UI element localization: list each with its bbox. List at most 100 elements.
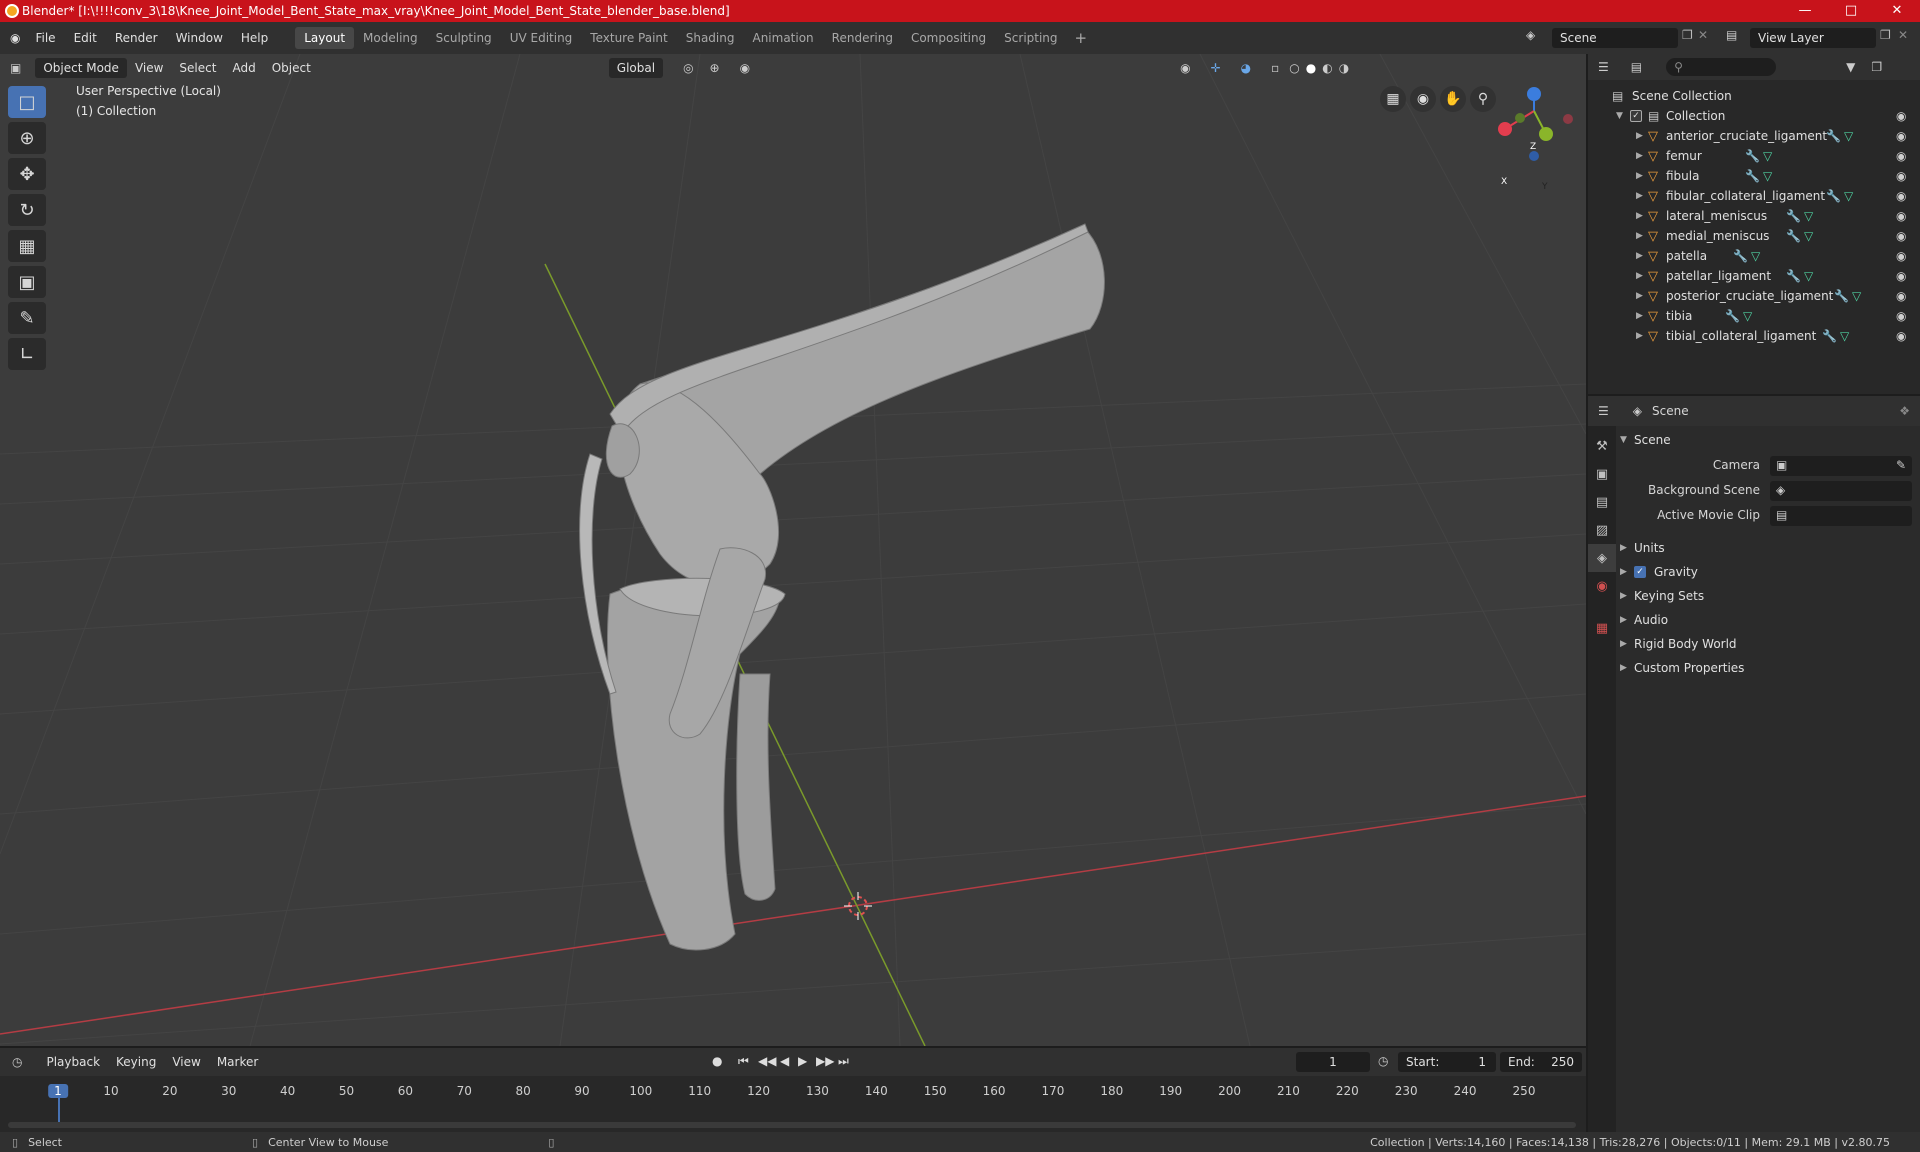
select-box-tool[interactable]: □ <box>8 86 46 118</box>
object-visibility-icon[interactable]: ◉ <box>1896 169 1906 183</box>
modifier-wrench-icon[interactable]: 🔧 <box>1834 289 1849 303</box>
texture-props-tab[interactable]: ▦ <box>1588 614 1616 642</box>
mesh-data-icon[interactable]: ▽ <box>1751 249 1760 263</box>
outliner-object-fibula[interactable]: ▶ ▽ fibula 🔧 ▽ ◉ <box>1588 166 1920 186</box>
active-movie-clip-field[interactable]: ▤ <box>1770 506 1912 526</box>
object-mode-dropdown[interactable]: Object Mode <box>35 58 127 78</box>
menu-help[interactable]: Help <box>232 31 277 45</box>
modifier-wrench-icon[interactable]: 🔧 <box>1786 229 1801 243</box>
shading-wireframe-icon[interactable]: ○ <box>1289 61 1299 75</box>
next-keyframe-icon[interactable]: ▶▶ <box>816 1054 834 1068</box>
pin-icon[interactable]: ❖ <box>1899 404 1910 418</box>
object-expand-icon[interactable]: ▶ <box>1636 331 1643 341</box>
modifier-wrench-icon[interactable]: 🔧 <box>1745 169 1760 183</box>
mesh-data-icon[interactable]: ▽ <box>1804 229 1813 243</box>
record-icon[interactable]: ● <box>712 1054 722 1068</box>
object-visibility-icon[interactable]: ◉ <box>1896 309 1906 323</box>
timeline-menu-marker[interactable]: Marker <box>209 1055 266 1069</box>
blender-menu-icon[interactable]: ◉ <box>10 31 20 45</box>
transform-orientation-dropdown[interactable]: Global <box>608 58 664 78</box>
mesh-data-icon[interactable]: ▽ <box>1844 189 1853 203</box>
object-visibility-icon[interactable]: ◉ <box>1896 229 1906 243</box>
panel-audio[interactable]: ▶ Audio <box>1620 608 1916 632</box>
tool-props-tab[interactable]: ⚒ <box>1588 432 1616 460</box>
scale-tool[interactable]: ▦ <box>8 230 46 262</box>
display-mode-icon[interactable]: ▤ <box>1631 60 1642 74</box>
outliner-collection[interactable]: ▼ ✓ ▤ Collection ◉ <box>1588 106 1920 126</box>
play-reverse-icon[interactable]: ◀ <box>780 1054 789 1068</box>
playhead[interactable] <box>58 1096 60 1122</box>
transform-tool[interactable]: ▣ <box>8 266 46 298</box>
maximize-icon[interactable]: □ <box>1828 0 1874 22</box>
collection-visibility-icon[interactable]: ◉ <box>1896 109 1906 123</box>
timeline-menu-view[interactable]: View <box>164 1055 208 1069</box>
tab-shading[interactable]: Shading <box>677 27 744 49</box>
tab-modeling[interactable]: Modeling <box>354 27 427 49</box>
tab-texture-paint[interactable]: Texture Paint <box>581 27 676 49</box>
editor-type-icon[interactable]: ▣ <box>10 61 21 75</box>
outliner-object-femur[interactable]: ▶ ▽ femur 🔧 ▽ ◉ <box>1588 146 1920 166</box>
object-expand-icon[interactable]: ▶ <box>1636 291 1643 301</box>
scene-props-tab[interactable]: ◈ <box>1588 544 1616 572</box>
object-expand-icon[interactable]: ▶ <box>1636 311 1643 321</box>
jump-end-icon[interactable]: ⏭ <box>838 1054 849 1069</box>
xray-toggle-icon[interactable]: ▫ <box>1271 61 1279 75</box>
object-visibility-icon[interactable]: ◉ <box>1896 129 1906 143</box>
tab-scripting[interactable]: Scripting <box>995 27 1066 49</box>
camera-field[interactable]: ▣ ✎ <box>1770 456 1912 476</box>
mesh-data-icon[interactable]: ▽ <box>1852 289 1861 303</box>
outliner-object-lateral-meniscus[interactable]: ▶ ▽ lateral_meniscus 🔧 ▽ ◉ <box>1588 206 1920 226</box>
mesh-data-icon[interactable]: ▽ <box>1804 269 1813 283</box>
tab-sculpting[interactable]: Sculpting <box>427 27 501 49</box>
panel-custom-properties[interactable]: ▶ Custom Properties <box>1620 656 1916 680</box>
object-expand-icon[interactable]: ▶ <box>1636 191 1643 201</box>
proportional-edit-icon[interactable]: ◉ <box>740 61 750 75</box>
scene-panel-header[interactable]: ▼ Scene <box>1620 428 1916 452</box>
outliner-object-fibular-collateral-ligament[interactable]: ▶ ▽ fibular_collateral_ligament 🔧 ▽ ◉ <box>1588 186 1920 206</box>
move-tool[interactable]: ✥ <box>8 158 46 190</box>
object-visibility-icon[interactable]: ◉ <box>1896 269 1906 283</box>
modifier-wrench-icon[interactable]: 🔧 <box>1786 269 1801 283</box>
modifier-wrench-icon[interactable]: 🔧 <box>1733 249 1748 263</box>
object-visibility-icon[interactable]: ◉ <box>1896 209 1906 223</box>
rotate-tool[interactable]: ↻ <box>8 194 46 226</box>
menu-window[interactable]: Window <box>167 31 232 45</box>
jump-start-icon[interactable]: ⏮ <box>738 1054 749 1069</box>
object-visibility-icon[interactable]: ◉ <box>1896 329 1906 343</box>
mesh-data-icon[interactable]: ▽ <box>1763 169 1772 183</box>
menu-render[interactable]: Render <box>106 31 167 45</box>
add-workspace-icon[interactable]: + <box>1075 29 1088 47</box>
gizmo-y-label[interactable]: Y <box>1542 182 1548 192</box>
timeline-menu-keying[interactable]: Keying <box>108 1055 164 1069</box>
end-frame-field[interactable]: End: 250 <box>1500 1052 1582 1072</box>
current-frame-field[interactable]: 1 <box>1296 1052 1370 1072</box>
menu-edit[interactable]: Edit <box>65 31 106 45</box>
view-layer-selector[interactable]: View Layer <box>1750 28 1876 48</box>
modifier-wrench-icon[interactable]: 🔧 <box>1725 309 1740 323</box>
properties-editor-icon[interactable]: ☰ <box>1598 404 1609 418</box>
shading-rendered-icon[interactable]: ◑ <box>1339 61 1349 75</box>
gravity-checkbox[interactable]: ✓ <box>1634 566 1646 578</box>
timeline-menu-playback[interactable]: Playback <box>38 1055 108 1069</box>
mesh-data-icon[interactable]: ▽ <box>1804 209 1813 223</box>
object-expand-icon[interactable]: ▶ <box>1636 131 1643 141</box>
snap-icon[interactable]: ⊕ <box>710 61 720 75</box>
annotate-tool[interactable]: ✎ <box>8 302 46 334</box>
outliner-scene-collection[interactable]: ▤ Scene Collection <box>1588 86 1920 106</box>
object-visibility-icon[interactable]: ◉ <box>1896 189 1906 203</box>
panel-keying-sets[interactable]: ▶ Keying Sets <box>1620 584 1916 608</box>
zoom-view-icon[interactable]: ⚲ <box>1470 86 1496 112</box>
tab-uv-editing[interactable]: UV Editing <box>501 27 582 49</box>
pan-view-icon[interactable]: ✋ <box>1440 86 1466 112</box>
outliner-object-patella[interactable]: ▶ ▽ patella 🔧 ▽ ◉ <box>1588 246 1920 266</box>
object-expand-icon[interactable]: ▶ <box>1636 271 1643 281</box>
object-expand-icon[interactable]: ▶ <box>1636 211 1643 221</box>
outliner-object-tibial-collateral-ligament[interactable]: ▶ ▽ tibial_collateral_ligament 🔧 ▽ ◉ <box>1588 326 1920 346</box>
viewport-menu-select[interactable]: Select <box>171 61 224 75</box>
mesh-data-icon[interactable]: ▽ <box>1763 149 1772 163</box>
camera-view-icon[interactable]: ◉ <box>1410 86 1436 112</box>
object-expand-icon[interactable]: ▶ <box>1636 251 1643 261</box>
modifier-wrench-icon[interactable]: 🔧 <box>1786 209 1801 223</box>
outliner-object-posterior-cruciate-ligament[interactable]: ▶ ▽ posterior_cruciate_ligament 🔧 ▽ ◉ <box>1588 286 1920 306</box>
scene-icon[interactable]: ◈ <box>1526 28 1535 42</box>
